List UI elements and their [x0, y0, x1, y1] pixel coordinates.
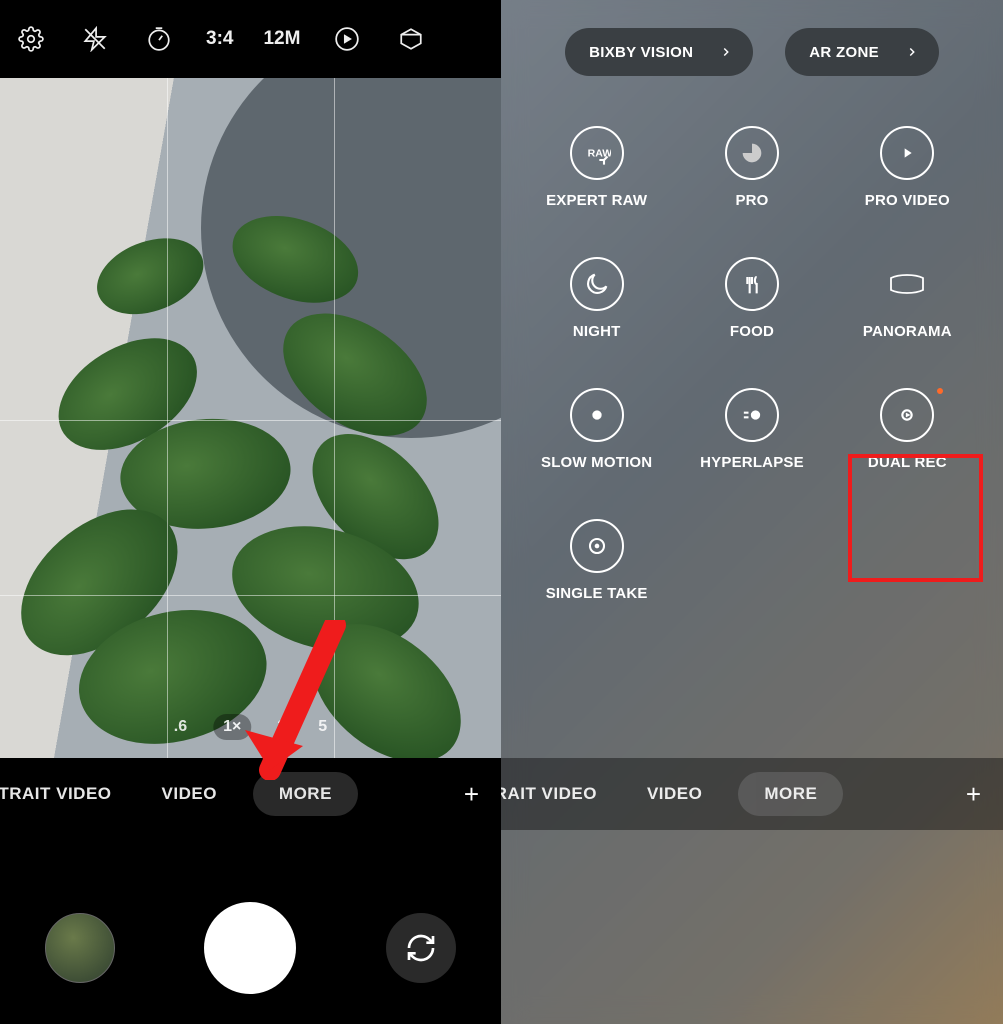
expert-raw-label: EXPERT RAW	[546, 192, 647, 209]
shutter-button[interactable]	[204, 902, 296, 994]
mode-slow-motion[interactable]: SLOW MOTION	[519, 388, 674, 471]
panorama-label: PANORAMA	[863, 323, 952, 340]
bixby-vision-button[interactable]: BIXBY VISION	[565, 28, 753, 76]
night-label: NIGHT	[573, 323, 621, 340]
chevron-right-icon	[719, 45, 733, 59]
switch-camera-button[interactable]	[386, 913, 456, 983]
pro-icon	[725, 126, 779, 180]
pro-video-label: PRO VIDEO	[865, 192, 950, 209]
mode-bar-left: PORTRAIT VIDEO VIDEO MORE +	[0, 758, 501, 830]
mode-single-take[interactable]: SINGLE TAKE	[519, 519, 674, 602]
chevron-right-icon	[905, 45, 919, 59]
zoom-level-5[interactable]: 5	[312, 714, 333, 740]
single-take-icon	[570, 519, 624, 573]
viewfinder-subject	[70, 208, 450, 758]
mode-hyperlapse[interactable]: HYPERLAPSE	[674, 388, 829, 471]
mode-panorama[interactable]: PANORAMA	[830, 257, 985, 340]
dual-rec-icon	[880, 388, 934, 442]
night-icon	[570, 257, 624, 311]
resolution-button[interactable]: 12M	[263, 28, 300, 50]
top-options-bar: 3:4 12M	[0, 0, 501, 78]
settings-icon[interactable]	[14, 22, 48, 56]
mode-bar-right: RTRAIT VIDEO VIDEO MORE +	[501, 758, 1003, 830]
slow-motion-label: SLOW MOTION	[541, 454, 652, 471]
zoom-level-1x[interactable]: 1×	[213, 714, 251, 740]
mode-more-r[interactable]: MORE	[738, 772, 843, 816]
viewfinder[interactable]: .6 1× 3 5	[0, 78, 501, 758]
customize-modes-button-r[interactable]: +	[966, 779, 999, 810]
ar-zone-button[interactable]: AR ZONE	[785, 28, 939, 76]
hyperlapse-label: HYPERLAPSE	[700, 454, 804, 471]
mode-pro-video[interactable]: PRO VIDEO	[830, 126, 985, 209]
zoom-level-3[interactable]: 3	[271, 714, 292, 740]
top-pill-row: BIXBY VISION AR ZONE	[501, 0, 1003, 96]
panorama-icon	[880, 257, 934, 311]
mode-more[interactable]: MORE	[253, 772, 358, 816]
food-icon	[725, 257, 779, 311]
mode-grid: RAW EXPERT RAW PRO PRO VIDEO NIGHT FOOD	[501, 96, 1003, 602]
food-label: FOOD	[730, 323, 774, 340]
single-take-label: SINGLE TAKE	[546, 585, 648, 602]
ar-zone-label: AR ZONE	[809, 44, 879, 61]
dual-rec-label: DUAL REC	[868, 454, 947, 471]
mode-food[interactable]: FOOD	[674, 257, 829, 340]
gallery-thumbnail[interactable]	[45, 913, 115, 983]
filters-icon[interactable]	[394, 22, 428, 56]
mode-portrait-video-r[interactable]: RTRAIT VIDEO	[501, 774, 611, 814]
mode-expert-raw[interactable]: RAW EXPERT RAW	[519, 126, 674, 209]
zoom-level-06[interactable]: .6	[168, 714, 193, 740]
zoom-row: .6 1× 3 5	[168, 714, 333, 740]
expert-raw-icon: RAW	[570, 126, 624, 180]
aspect-ratio-button[interactable]: 3:4	[206, 28, 233, 50]
bixby-vision-label: BIXBY VISION	[589, 44, 693, 61]
hyperlapse-icon	[725, 388, 779, 442]
camera-screen-left: 3:4 12M	[0, 0, 501, 1024]
more-modes-screen: BIXBY VISION AR ZONE RAW EXPERT RAW PRO …	[501, 0, 1003, 1024]
shutter-row	[0, 902, 501, 994]
motion-photo-icon[interactable]	[330, 22, 364, 56]
flash-off-icon[interactable]	[78, 22, 112, 56]
slow-motion-icon	[570, 388, 624, 442]
mode-night[interactable]: NIGHT	[519, 257, 674, 340]
mode-video[interactable]: VIDEO	[148, 774, 231, 814]
timer-icon[interactable]	[142, 22, 176, 56]
mode-video-r[interactable]: VIDEO	[633, 774, 716, 814]
new-indicator-dot	[937, 388, 943, 394]
customize-modes-button[interactable]: +	[464, 779, 497, 810]
mode-dual-rec[interactable]: DUAL REC	[830, 388, 985, 471]
pro-video-icon	[880, 126, 934, 180]
mode-portrait-video[interactable]: PORTRAIT VIDEO	[0, 774, 126, 814]
mode-pro[interactable]: PRO	[674, 126, 829, 209]
pro-label: PRO	[735, 192, 768, 209]
